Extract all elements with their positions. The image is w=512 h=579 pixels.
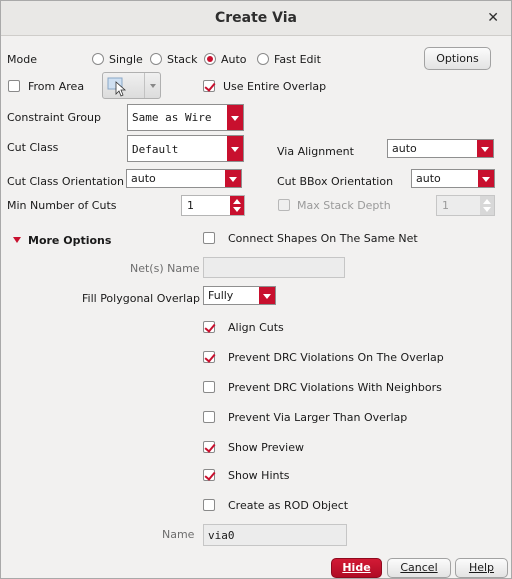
constraint-group-select[interactable]: Same as Wire <box>127 104 244 131</box>
create-rod-label: Create as ROD Object <box>228 499 349 512</box>
chevron-down-icon <box>144 73 160 98</box>
name-label: Name <box>162 528 195 541</box>
spin-arrows-icon[interactable] <box>230 196 244 215</box>
from-area-checkbox[interactable] <box>8 80 20 92</box>
via-alignment-select[interactable]: auto <box>387 139 494 158</box>
chevron-down-icon <box>227 105 243 130</box>
min-cuts-label: Min Number of Cuts <box>7 199 117 212</box>
from-area-label: From Area <box>28 80 85 93</box>
expand-triangle-icon[interactable] <box>13 237 21 243</box>
mode-stack-radio[interactable] <box>150 53 162 65</box>
cut-class-orientation-value: auto <box>131 172 156 185</box>
constraint-group-label: Constraint Group <box>7 111 102 124</box>
max-stack-depth-checkbox[interactable] <box>278 199 290 211</box>
area-select-button[interactable] <box>102 72 161 99</box>
max-stack-depth-value: 1 <box>442 199 449 212</box>
cut-bbox-orientation-select[interactable]: auto <box>411 169 495 188</box>
hide-button[interactable]: Hide <box>331 558 382 578</box>
prevent-via-larger-checkbox[interactable] <box>203 411 215 423</box>
min-cuts-value: 1 <box>187 199 194 212</box>
show-hints-label: Show Hints <box>228 469 290 482</box>
use-entire-overlap-checkbox[interactable] <box>203 80 215 92</box>
chevron-down-icon <box>227 136 243 161</box>
constraint-group-value: Same as Wire <box>132 111 212 124</box>
title-bar: Create Via ✕ <box>1 1 511 36</box>
show-preview-checkbox[interactable] <box>203 441 215 453</box>
prevent-via-larger-label: Prevent Via Larger Than Overlap <box>228 411 408 424</box>
mode-stack-label: Stack <box>167 53 198 66</box>
help-button[interactable]: Help <box>455 558 508 578</box>
cut-bbox-orientation-label: Cut BBox Orientation <box>277 175 394 188</box>
options-button[interactable]: Options <box>424 47 491 70</box>
cut-bbox-orientation-value: auto <box>416 172 441 185</box>
cut-class-label: Cut Class <box>7 141 59 154</box>
cut-class-select[interactable]: Default <box>127 135 244 162</box>
max-stack-depth-label: Max Stack Depth <box>297 199 391 212</box>
chevron-down-icon <box>225 170 241 187</box>
close-icon[interactable]: ✕ <box>487 11 499 25</box>
align-cuts-checkbox[interactable] <box>203 321 215 333</box>
connect-shapes-label: Connect Shapes On The Same Net <box>228 232 418 245</box>
nets-name-label: Net(s) Name <box>130 262 200 275</box>
align-cuts-label: Align Cuts <box>228 321 284 334</box>
cut-class-orientation-label: Cut Class Orientation <box>7 175 124 188</box>
use-entire-overlap-label: Use Entire Overlap <box>223 80 327 93</box>
pointer-icon <box>107 77 127 97</box>
mode-single-radio[interactable] <box>92 53 104 65</box>
cut-class-value: Default <box>132 143 179 156</box>
mode-fast-edit-label: Fast Edit <box>274 53 321 66</box>
mode-auto-label: Auto <box>221 53 247 66</box>
more-options-label[interactable]: More Options <box>28 234 111 247</box>
name-input[interactable]: via0 <box>203 524 347 546</box>
fill-polygonal-value: Fully <box>208 289 234 302</box>
cut-class-orientation-select[interactable]: auto <box>126 169 242 188</box>
name-value: via0 <box>208 529 235 542</box>
dialog-title: Create Via <box>214 10 298 26</box>
create-rod-checkbox[interactable] <box>203 499 215 511</box>
spin-arrows-icon <box>480 196 494 215</box>
create-via-dialog: Create Via ✕ Mode Single Stack Auto Fast… <box>0 0 512 579</box>
min-cuts-spinbox[interactable]: 1 <box>181 195 245 216</box>
max-stack-depth-spinbox[interactable]: 1 <box>436 195 495 216</box>
mode-fast-edit-radio[interactable] <box>257 53 269 65</box>
show-hints-checkbox[interactable] <box>203 469 215 481</box>
prevent-drc-neighbors-label: Prevent DRC Violations With Neighbors <box>228 381 442 394</box>
mode-auto-radio[interactable] <box>204 53 216 65</box>
show-preview-label: Show Preview <box>228 441 304 454</box>
prevent-drc-overlap-label: Prevent DRC Violations On The Overlap <box>228 351 444 364</box>
fill-polygonal-label: Fill Polygonal Overlap <box>82 292 200 305</box>
mode-label: Mode <box>7 53 37 66</box>
prevent-drc-neighbors-checkbox[interactable] <box>203 381 215 393</box>
nets-name-input[interactable] <box>203 257 345 278</box>
cancel-button[interactable]: Cancel <box>387 558 451 578</box>
chevron-down-icon <box>259 287 275 304</box>
fill-polygonal-select[interactable]: Fully <box>203 286 276 305</box>
chevron-down-icon <box>478 170 494 187</box>
chevron-down-icon <box>477 140 493 157</box>
mode-single-label: Single <box>109 53 143 66</box>
connect-shapes-checkbox[interactable] <box>203 232 215 244</box>
via-alignment-label: Via Alignment <box>277 145 354 158</box>
prevent-drc-overlap-checkbox[interactable] <box>203 351 215 363</box>
via-alignment-value: auto <box>392 142 417 155</box>
